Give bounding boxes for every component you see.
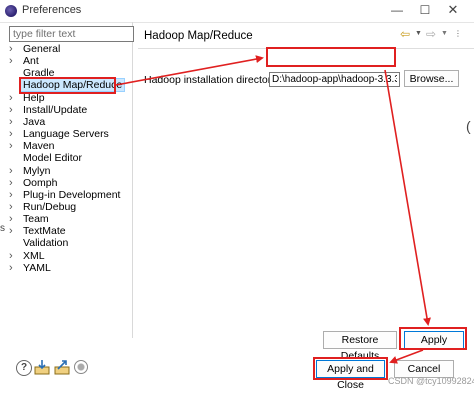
filter-input[interactable] bbox=[9, 26, 134, 42]
forward-arrow-icon[interactable]: ⇨ bbox=[426, 27, 436, 41]
apply-button[interactable]: Apply bbox=[404, 331, 464, 349]
tree-item-label: Hadoop Map/Reduce bbox=[19, 78, 126, 93]
page-title: Hadoop Map/Reduce bbox=[144, 30, 253, 42]
tree-item-label: General bbox=[23, 43, 61, 55]
tree-item-label: Mylyn bbox=[23, 164, 51, 177]
expand-chevron-icon[interactable]: › bbox=[9, 92, 13, 104]
view-menu-icon[interactable]: ⋮ bbox=[454, 27, 462, 41]
tree-item-label: YAML bbox=[23, 261, 51, 274]
watermark: CSDN @tcy10992824 bbox=[388, 376, 474, 386]
install-dir-input[interactable] bbox=[269, 72, 400, 87]
title-separator bbox=[138, 48, 474, 49]
title-bar: Preferences — ☐ ✕ bbox=[0, 0, 474, 23]
export-icon[interactable] bbox=[54, 359, 71, 375]
tree-item-label: Validation bbox=[23, 237, 69, 250]
import-icon[interactable] bbox=[34, 359, 51, 375]
expand-chevron-icon[interactable]: › bbox=[9, 104, 13, 116]
expand-chevron-icon[interactable]: › bbox=[9, 225, 13, 237]
back-arrow-icon[interactable]: ⇦ bbox=[400, 27, 410, 41]
tree-item-label: Ant bbox=[23, 55, 39, 68]
window-title: Preferences bbox=[22, 4, 82, 16]
expand-chevron-icon[interactable]: › bbox=[9, 177, 13, 189]
expand-chevron-icon[interactable]: › bbox=[9, 189, 13, 201]
tree-item-label: Oomph bbox=[23, 176, 58, 189]
eclipse-app-icon bbox=[5, 5, 17, 17]
record-icon[interactable] bbox=[74, 360, 88, 374]
expand-chevron-icon[interactable]: › bbox=[9, 262, 13, 274]
expand-chevron-icon[interactable]: › bbox=[9, 213, 13, 225]
browse-button[interactable]: Browse... bbox=[404, 70, 459, 87]
background-window-glyph-left: s bbox=[0, 223, 5, 234]
background-window-glyph: ( bbox=[466, 118, 471, 134]
expand-chevron-icon[interactable]: › bbox=[9, 250, 13, 262]
restore-defaults-button[interactable]: Restore Defaults bbox=[323, 331, 397, 362]
install-dir-label: Hadoop installation directory: bbox=[144, 74, 280, 86]
tree-item-label: Maven bbox=[23, 140, 55, 153]
expand-chevron-icon[interactable]: › bbox=[9, 55, 13, 67]
back-dropdown-icon[interactable]: ▼ bbox=[415, 27, 422, 41]
tree-item-label: Help bbox=[23, 91, 45, 104]
close-button[interactable]: ✕ bbox=[444, 2, 462, 18]
tree-item-label: XML bbox=[23, 249, 45, 262]
minimize-button[interactable]: — bbox=[388, 2, 406, 18]
page-navigation: ⇦ ▼ ⇨ ▼ ⋮ bbox=[400, 27, 472, 41]
tree-item-label: Java bbox=[23, 115, 46, 128]
tree-item-label: Plug-in Development bbox=[23, 188, 121, 201]
expand-chevron-icon[interactable]: › bbox=[9, 43, 13, 55]
tree-item-label: Install/Update bbox=[23, 103, 88, 116]
tree-item-label: Gradle bbox=[23, 67, 55, 80]
maximize-button[interactable]: ☐ bbox=[416, 2, 434, 18]
tree-item-label: Team bbox=[23, 213, 49, 226]
expand-chevron-icon[interactable]: › bbox=[9, 116, 13, 128]
expand-chevron-icon[interactable]: › bbox=[9, 140, 13, 152]
tree-item-label: Model Editor bbox=[23, 152, 82, 165]
apply-and-close-button[interactable]: Apply and Close bbox=[316, 360, 385, 391]
tree-item-label: TextMate bbox=[23, 225, 66, 238]
expand-chevron-icon[interactable]: › bbox=[9, 165, 13, 177]
preferences-tree-pane: › General › AntGradleHadoop Map/Reduce › Help… bbox=[5, 22, 134, 338]
preference-page: Hadoop Map/Reduce ⇦ ▼ ⇨ ▼ ⋮ Hadoop insta… bbox=[138, 22, 474, 338]
tree-item-label: Language Servers bbox=[23, 128, 109, 141]
help-icon[interactable]: ? bbox=[16, 360, 32, 376]
forward-dropdown-icon[interactable]: ▼ bbox=[441, 27, 448, 41]
expand-chevron-icon[interactable]: › bbox=[9, 201, 13, 213]
tree-item-label: Run/Debug bbox=[23, 200, 77, 213]
expand-chevron-icon[interactable]: › bbox=[9, 128, 13, 140]
